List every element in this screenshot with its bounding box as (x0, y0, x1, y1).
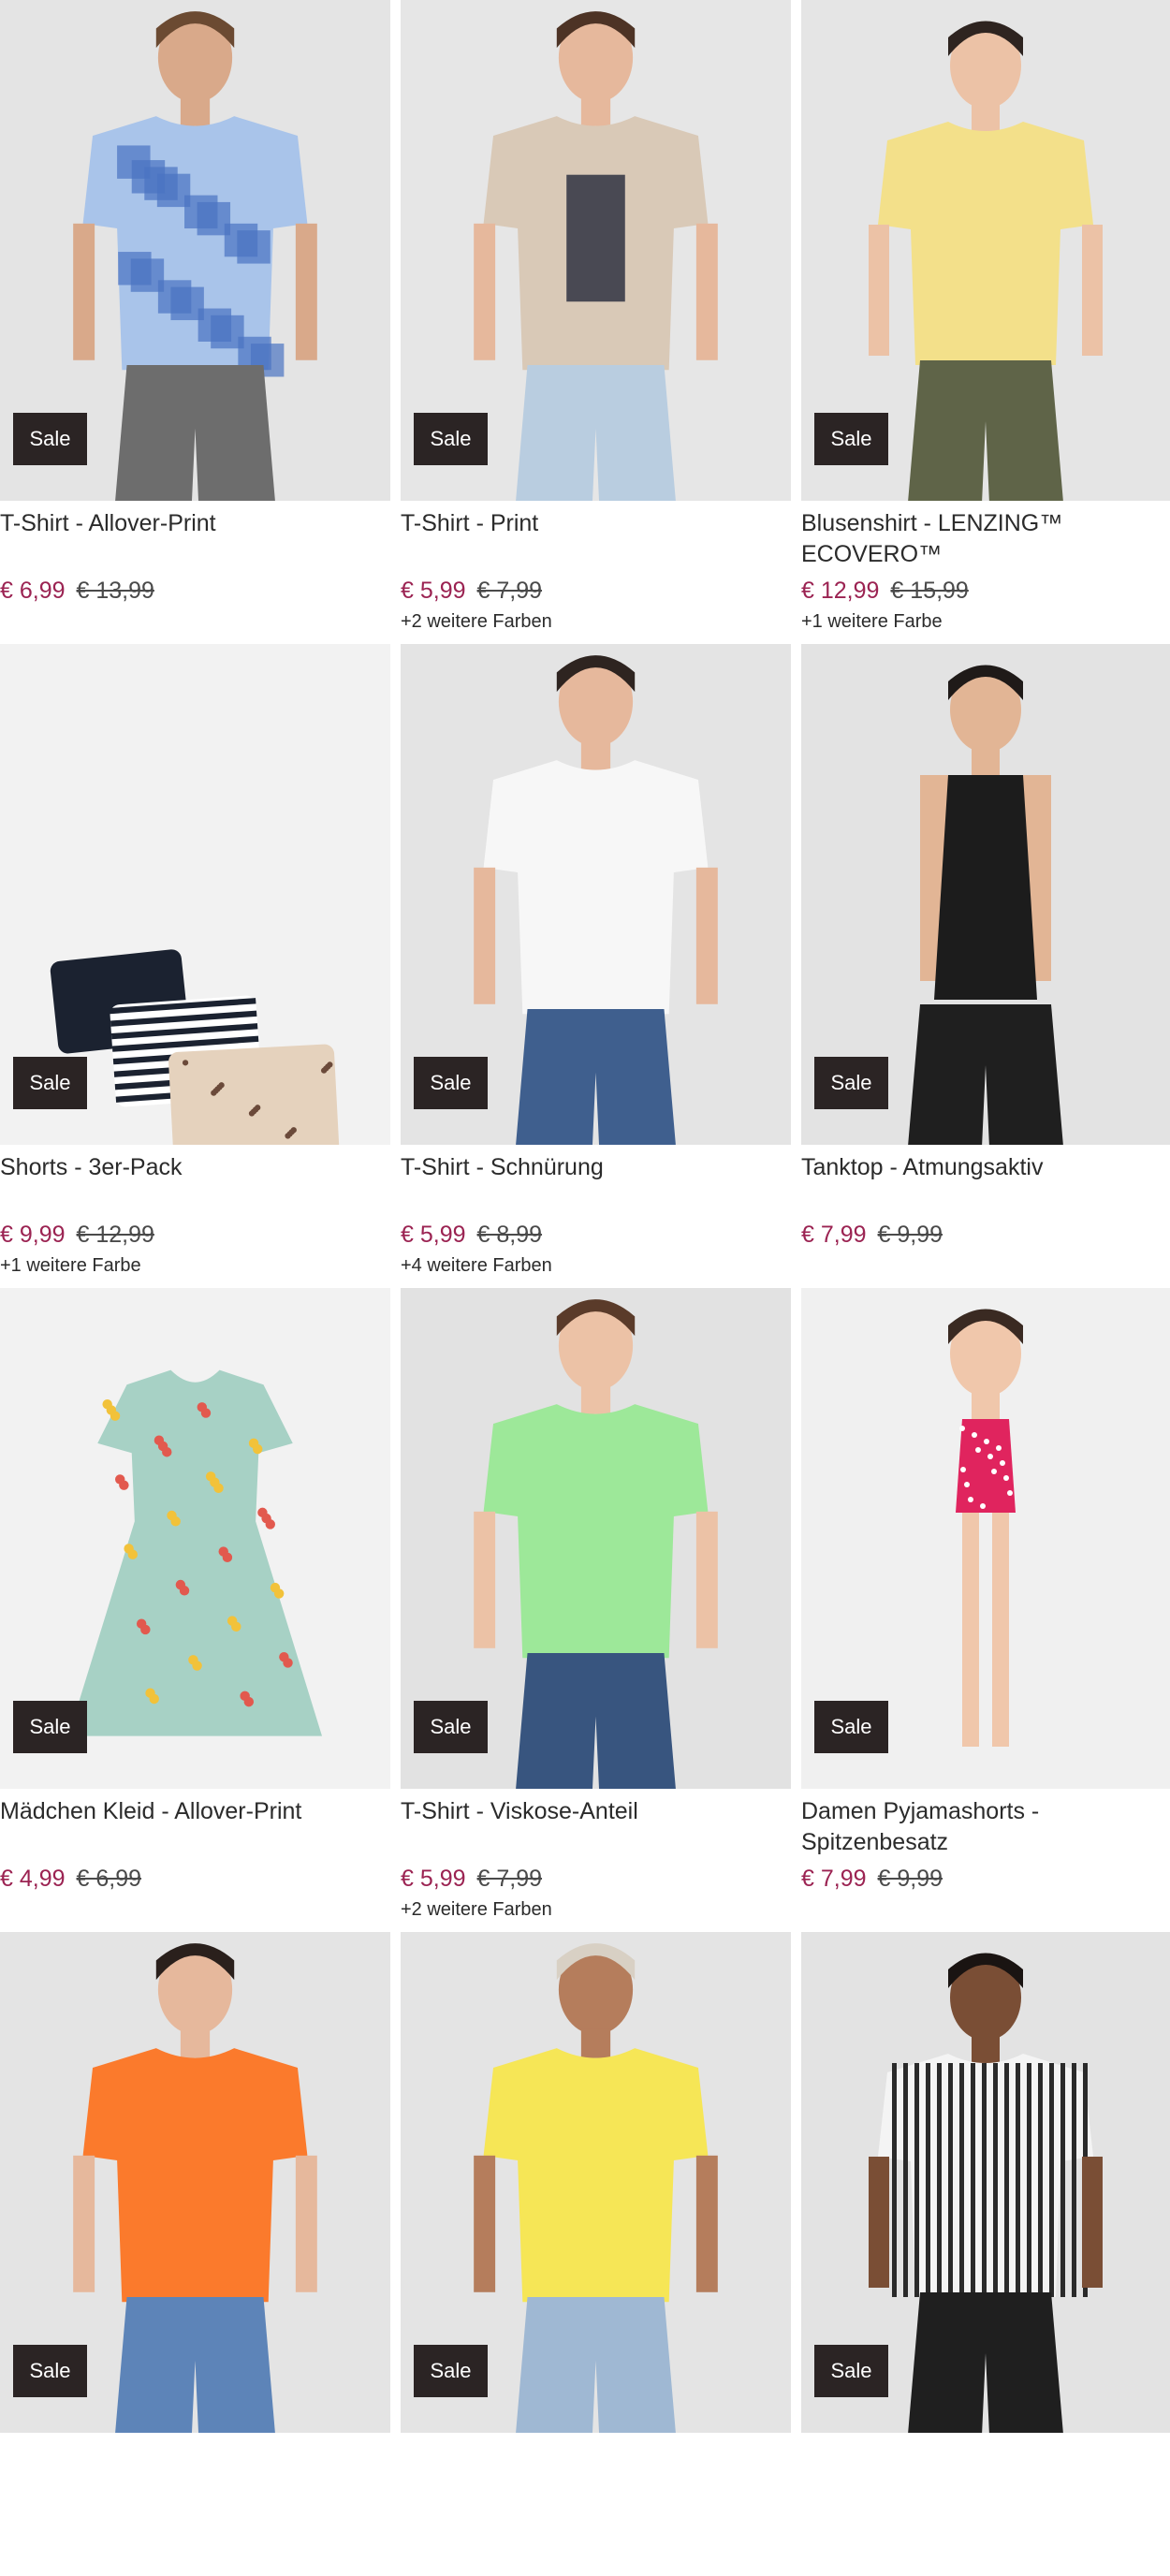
original-price: € 9,99 (877, 1222, 943, 1248)
product-title[interactable]: Shorts - 3er-Pack (0, 1152, 390, 1214)
sale-badge: Sale (814, 2345, 888, 2397)
product-title[interactable]: Tanktop - Atmungsaktiv (801, 1152, 1170, 1214)
sale-badge: Sale (13, 1701, 87, 1753)
product-card[interactable]: Sale Tanktop - Atmungsaktiv € 7,99 € 9,99 (801, 644, 1170, 1288)
product-card[interactable]: Sale T-Shirt - Print € 5,99 € 7,99 +2 weiter… (401, 0, 791, 644)
product-title[interactable] (801, 2440, 1170, 2502)
product-title[interactable] (0, 2440, 390, 2502)
sale-badge: Sale (13, 1057, 87, 1109)
product-image[interactable]: Sale (401, 1932, 791, 2433)
price-row (801, 2508, 1170, 2538)
sale-badge: Sale (414, 1057, 488, 1109)
price-row: € 9,99 € 12,99 (0, 1220, 390, 1250)
product-card[interactable]: Sale (0, 1932, 390, 2576)
product-grid: Sale T-Shirt - Allover-Print € 6,99 € 13,99… (0, 0, 1170, 2576)
sale-price: € 7,99 (801, 1866, 867, 1892)
sale-badge: Sale (814, 413, 888, 465)
product-title[interactable]: Mädchen Kleid - Allover-Print (0, 1796, 390, 1858)
more-colors-link[interactable]: +1 weitere Farbe (0, 1253, 390, 1278)
product-card[interactable]: Sale Damen Pyjamashorts - Spitzenbesatz € … (801, 1288, 1170, 1932)
product-title[interactable]: T-Shirt - Print (401, 508, 791, 570)
sale-price: € 4,99 (0, 1866, 66, 1892)
product-card[interactable]: Sale T-Shirt - Viskose-Anteil € 5,99 € 7,99… (401, 1288, 791, 1932)
sale-badge: Sale (814, 1057, 888, 1109)
sale-price: € 5,99 (401, 1222, 466, 1248)
product-title[interactable]: T-Shirt - Allover-Print (0, 508, 390, 570)
product-card[interactable]: Sale Shorts - 3er-Pack € 9,99 € 12,99 +1 wei… (0, 644, 390, 1288)
original-price: € 9,99 (877, 1866, 943, 1892)
more-colors-link[interactable]: +4 weitere Farben (401, 1253, 791, 1278)
sale-badge: Sale (13, 2345, 87, 2397)
product-title[interactable] (401, 2440, 791, 2502)
original-price: € 6,99 (76, 1866, 142, 1892)
more-colors-link[interactable]: +2 weitere Farben (401, 609, 791, 634)
sale-price: € 12,99 (801, 578, 880, 604)
product-title[interactable]: T-Shirt - Schnürung (401, 1152, 791, 1214)
original-price: € 7,99 (476, 578, 543, 604)
more-colors-link[interactable]: +1 weitere Farbe (801, 609, 1170, 634)
product-image[interactable]: Sale (0, 1288, 390, 1789)
product-title[interactable]: T-Shirt - Viskose-Anteil (401, 1796, 791, 1858)
product-card[interactable]: Sale (801, 1932, 1170, 2576)
price-row: € 12,99 € 15,99 (801, 576, 1170, 606)
product-card[interactable]: Sale Mädchen Kleid - Allover-Print € 4,99 €… (0, 1288, 390, 1932)
product-image[interactable]: Sale (0, 1932, 390, 2433)
sale-badge: Sale (414, 1701, 488, 1753)
original-price: € 7,99 (476, 1866, 543, 1892)
product-image[interactable]: Sale (0, 0, 390, 501)
product-title[interactable]: Damen Pyjamashorts - Spitzenbesatz (801, 1796, 1170, 1858)
price-row: € 5,99 € 8,99 (401, 1220, 791, 1250)
price-row: € 6,99 € 13,99 (0, 576, 390, 606)
product-card[interactable]: Sale (401, 1932, 791, 2576)
price-row: € 7,99 € 9,99 (801, 1864, 1170, 1894)
product-image[interactable]: Sale (0, 644, 390, 1145)
sale-price: € 5,99 (401, 578, 466, 604)
price-row (0, 2508, 390, 2538)
product-card[interactable]: Sale T-Shirt - Allover-Print € 6,99 € 13,99 (0, 0, 390, 644)
sale-badge: Sale (814, 1701, 888, 1753)
price-row: € 5,99 € 7,99 (401, 1864, 791, 1894)
sale-badge: Sale (13, 413, 87, 465)
product-image[interactable]: Sale (801, 1932, 1170, 2433)
price-row: € 7,99 € 9,99 (801, 1220, 1170, 1250)
price-row: € 5,99 € 7,99 (401, 576, 791, 606)
product-card[interactable]: Sale Blusenshirt - LENZING™ ECOVERO™ € 12,… (801, 0, 1170, 644)
original-price: € 15,99 (890, 578, 969, 604)
product-image[interactable]: Sale (801, 644, 1170, 1145)
sale-price: € 5,99 (401, 1866, 466, 1892)
original-price: € 13,99 (76, 578, 154, 604)
original-price: € 12,99 (76, 1222, 154, 1248)
product-card[interactable]: Sale T-Shirt - Schnürung € 5,99 € 8,99 +4 we… (401, 644, 791, 1288)
product-image[interactable]: Sale (401, 1288, 791, 1789)
sale-badge: Sale (414, 413, 488, 465)
product-image[interactable]: Sale (401, 644, 791, 1145)
more-colors-link[interactable]: +2 weitere Farben (401, 1897, 791, 1922)
product-title[interactable]: Blusenshirt - LENZING™ ECOVERO™ (801, 508, 1170, 570)
original-price: € 8,99 (476, 1222, 543, 1248)
price-row (401, 2508, 791, 2538)
sale-price: € 7,99 (801, 1222, 867, 1248)
sale-badge: Sale (414, 2345, 488, 2397)
product-image[interactable]: Sale (401, 0, 791, 501)
price-row: € 4,99 € 6,99 (0, 1864, 390, 1894)
product-image[interactable]: Sale (801, 0, 1170, 501)
sale-price: € 9,99 (0, 1222, 66, 1248)
sale-price: € 6,99 (0, 578, 66, 604)
product-image[interactable]: Sale (801, 1288, 1170, 1789)
